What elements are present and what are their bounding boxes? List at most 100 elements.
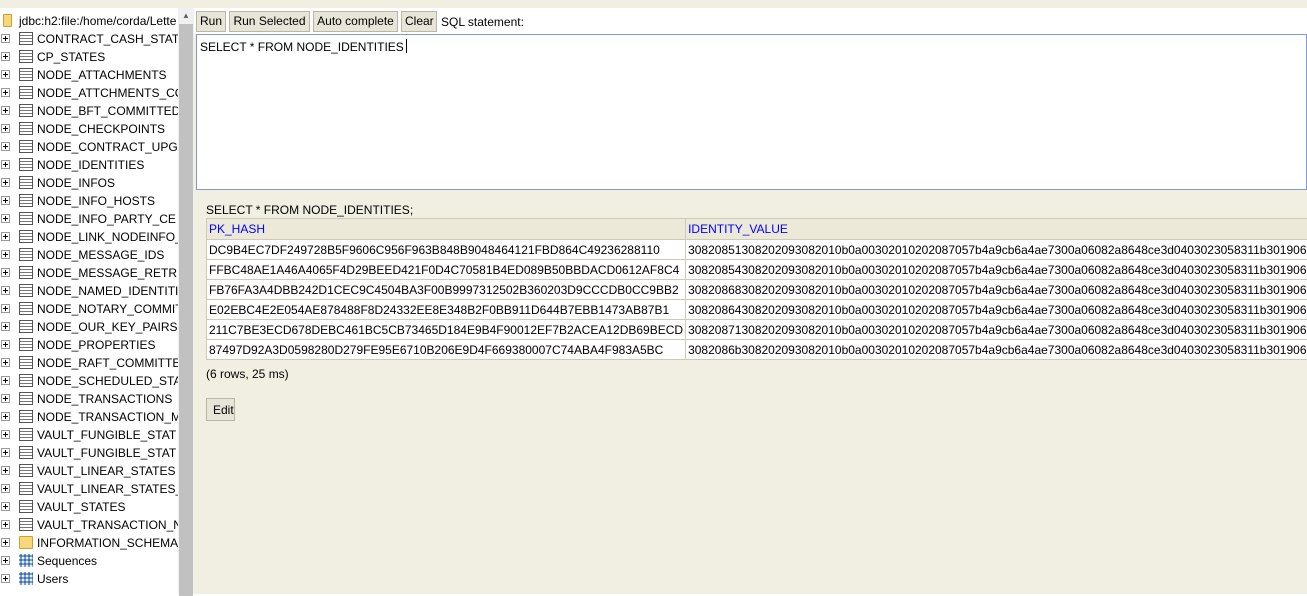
tree-item-table[interactable]: NODE_IDENTITIES xyxy=(0,156,178,174)
tree-item-table[interactable]: CONTRACT_CASH_STAT xyxy=(0,30,178,48)
expand-icon[interactable] xyxy=(1,214,10,223)
expand-icon[interactable] xyxy=(1,286,10,295)
tree-item-label: VAULT_FUNGIBLE_STAT xyxy=(37,446,176,460)
tree-item-label: NODE_INFOS xyxy=(37,176,115,190)
expand-icon[interactable] xyxy=(1,358,10,367)
tree-item-table[interactable]: NODE_NOTARY_COMMIT xyxy=(0,300,178,318)
expand-icon[interactable] xyxy=(1,556,10,565)
sql-statement-label: SQL statement: xyxy=(441,15,524,29)
tree-item-label: CP_STATES xyxy=(37,50,105,64)
expand-icon[interactable] xyxy=(1,178,10,187)
tree-item-table[interactable]: VAULT_FUNGIBLE_STAT xyxy=(0,444,178,462)
tree-item-table[interactable]: NODE_SCHEDULED_STA xyxy=(0,372,178,390)
expand-icon[interactable] xyxy=(1,538,10,547)
tree-item-label: NODE_RAFT_COMMITTE xyxy=(37,356,178,370)
tree-item-table[interactable]: VAULT_LINEAR_STATES_ xyxy=(0,480,178,498)
column-header-pk-hash[interactable]: PK_HASH xyxy=(207,219,686,240)
executed-statement: SELECT * FROM NODE_IDENTITIES; xyxy=(206,203,413,217)
expand-icon[interactable] xyxy=(1,250,10,259)
expand-icon[interactable] xyxy=(1,88,10,97)
table-icon xyxy=(19,104,33,117)
tree-item-table[interactable]: NODE_INFO_PARTY_CE xyxy=(0,210,178,228)
expand-icon[interactable] xyxy=(1,340,10,349)
tree-item-table[interactable]: NODE_LINK_NODEINFO_ xyxy=(0,228,178,246)
tree-item-table[interactable]: NODE_OUR_KEY_PAIRS xyxy=(0,318,178,336)
tree-item-table[interactable]: VAULT_FUNGIBLE_STAT xyxy=(0,426,178,444)
tree-item-users[interactable]: Users xyxy=(0,570,178,588)
expand-icon[interactable] xyxy=(1,322,10,331)
table-row: E02EBC4E2E054AE878488F8D24332EE8E348B2F0… xyxy=(207,300,1307,320)
result-header-row: PK_HASH IDENTITY_VALUE xyxy=(207,219,1307,240)
expand-icon[interactable] xyxy=(1,268,10,277)
expand-icon[interactable] xyxy=(1,70,10,79)
tree-item-table[interactable]: NODE_INFOS xyxy=(0,174,178,192)
expand-icon[interactable] xyxy=(1,448,10,457)
tree-item-table[interactable]: NODE_NAMED_IDENTITI xyxy=(0,282,178,300)
tree-item-label: NODE_CHECKPOINTS xyxy=(37,122,165,136)
expand-icon[interactable] xyxy=(1,34,10,43)
tree-item-table[interactable]: NODE_ATTACHMENTS xyxy=(0,66,178,84)
table-icon xyxy=(19,284,33,297)
scroll-up-icon[interactable]: ▲ xyxy=(178,8,194,24)
tree-item-table[interactable]: NODE_MESSAGE_IDS xyxy=(0,246,178,264)
table-icon xyxy=(19,248,33,261)
expand-icon[interactable] xyxy=(1,196,10,205)
tree-item-table[interactable]: VAULT_LINEAR_STATES xyxy=(0,462,178,480)
expand-icon[interactable] xyxy=(1,124,10,133)
tree-item-table[interactable]: NODE_TRANSACTIONS xyxy=(0,390,178,408)
database-icon xyxy=(3,14,12,27)
edit-button[interactable]: Edit xyxy=(206,398,235,421)
expand-icon[interactable] xyxy=(1,466,10,475)
sql-editor[interactable]: SELECT * FROM NODE_IDENTITIES xyxy=(196,34,1307,190)
tree-item-table[interactable]: NODE_MESSAGE_RETR xyxy=(0,264,178,282)
expand-icon[interactable] xyxy=(1,484,10,493)
table-icon xyxy=(19,374,33,387)
expand-icon[interactable] xyxy=(1,574,10,583)
table-icon xyxy=(19,50,33,63)
tree-item-table[interactable]: NODE_BFT_COMMITTED xyxy=(0,102,178,120)
tree-item-label: Sequences xyxy=(37,554,97,568)
expand-icon[interactable] xyxy=(1,394,10,403)
expand-icon[interactable] xyxy=(1,376,10,385)
table-icon xyxy=(19,482,33,495)
expand-icon[interactable] xyxy=(1,430,10,439)
run-selected-button[interactable]: Run Selected xyxy=(229,11,310,32)
run-button[interactable]: Run xyxy=(196,11,226,32)
tree-item-table[interactable]: CP_STATES xyxy=(0,48,178,66)
tree-item-database[interactable]: jdbc:h2:file:/home/corda/Lette xyxy=(0,12,178,30)
table-icon xyxy=(19,32,33,45)
expand-icon[interactable] xyxy=(1,160,10,169)
table-icon xyxy=(19,176,33,189)
tree-scrollbar[interactable]: ▲ xyxy=(178,8,194,594)
tree-item-table[interactable]: NODE_TRANSACTION_M xyxy=(0,408,178,426)
table-icon xyxy=(19,122,33,135)
folder-icon xyxy=(19,536,33,549)
clear-button[interactable]: Clear xyxy=(401,11,437,32)
expand-icon[interactable] xyxy=(1,412,10,421)
table-icon xyxy=(19,194,33,207)
column-header-identity-value[interactable]: IDENTITY_VALUE xyxy=(686,219,1307,240)
expand-icon[interactable] xyxy=(1,106,10,115)
tree-item-table[interactable]: NODE_ATTCHMENTS_CO xyxy=(0,84,178,102)
expand-icon[interactable] xyxy=(1,52,10,61)
expand-icon[interactable] xyxy=(1,304,10,313)
tree-item-information-schema[interactable]: INFORMATION_SCHEMA xyxy=(0,534,178,552)
expand-icon[interactable] xyxy=(1,142,10,151)
tree-item-table[interactable]: NODE_CONTRACT_UPG xyxy=(0,138,178,156)
tree-item-table[interactable]: NODE_RAFT_COMMITTE xyxy=(0,354,178,372)
table-icon xyxy=(19,212,33,225)
tree-item-table[interactable]: NODE_CHECKPOINTS xyxy=(0,120,178,138)
expand-icon[interactable] xyxy=(1,232,10,241)
table-icon xyxy=(19,428,33,441)
tree-item-sequences[interactable]: Sequences xyxy=(0,552,178,570)
tree-item-table[interactable]: NODE_INFO_HOSTS xyxy=(0,192,178,210)
tree-item-table[interactable]: VAULT_STATES xyxy=(0,498,178,516)
tree-item-table[interactable]: NODE_PROPERTIES xyxy=(0,336,178,354)
expand-icon[interactable] xyxy=(1,520,10,529)
scroll-thumb[interactable] xyxy=(179,24,193,596)
tree-item-table[interactable]: VAULT_TRANSACTION_N xyxy=(0,516,178,534)
table-icon xyxy=(19,302,33,315)
expand-icon[interactable] xyxy=(1,502,10,511)
tree-item-label: jdbc:h2:file:/home/corda/Lette xyxy=(19,14,176,28)
auto-complete-button[interactable]: Auto complete xyxy=(313,11,398,32)
